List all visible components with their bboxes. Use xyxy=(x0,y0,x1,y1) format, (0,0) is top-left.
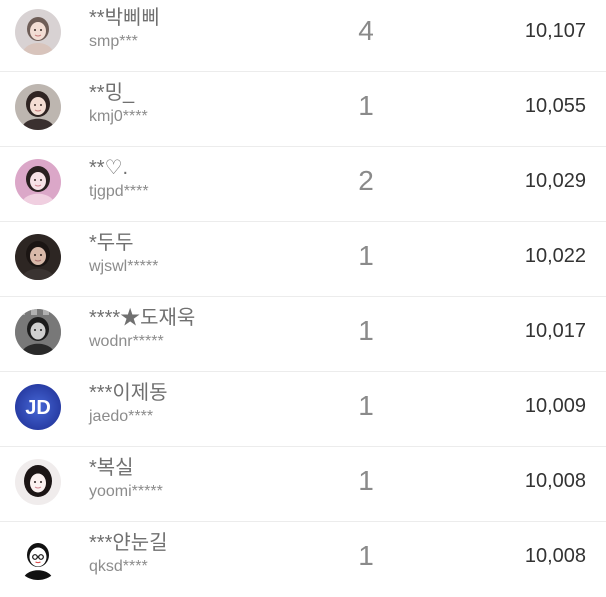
user-id: wodnr***** xyxy=(89,333,164,350)
user-id: yoomi***** xyxy=(89,483,163,500)
nickname: **♡. xyxy=(89,157,129,179)
points-value: 10,009 xyxy=(524,395,586,417)
points-value: 10,008 xyxy=(524,545,586,567)
count-value: 1 xyxy=(358,465,374,496)
count-value: 2 xyxy=(358,165,374,196)
nickname: ****★도재욱 xyxy=(89,307,196,329)
list-item[interactable]: *두두 wjswl***** 1 10,022 xyxy=(0,223,606,297)
user-id: smp*** xyxy=(89,33,138,50)
nickname: ***이제동 xyxy=(89,382,168,404)
jd-logo-icon: JD xyxy=(15,384,61,430)
nickname: *복실 xyxy=(89,457,134,479)
avatar[interactable] xyxy=(15,459,61,505)
list-item[interactable]: JD ***이제동 jaedo**** 1 10,009 xyxy=(0,373,606,447)
ranking-list: **박삐삐 smp*** 4 10,107 **밍_ kmj0**** 1 10… xyxy=(0,0,606,594)
user-id: kmj0**** xyxy=(89,108,148,125)
nickname: ***얀눈길 xyxy=(89,532,168,554)
profile-photo-icon xyxy=(15,234,61,280)
list-item[interactable]: **♡. tjgpd**** 2 10,029 xyxy=(0,148,606,222)
points-value: 10,055 xyxy=(524,95,586,117)
profile-photo-icon xyxy=(15,159,61,205)
count-value: 1 xyxy=(358,390,374,421)
nickname: **박삐삐 xyxy=(89,7,160,29)
avatar[interactable] xyxy=(15,9,61,55)
points-value: 10,107 xyxy=(524,20,586,42)
list-item[interactable]: **밍_ kmj0**** 1 10,055 xyxy=(0,73,606,147)
points-value: 10,008 xyxy=(524,470,586,492)
count-value: 1 xyxy=(358,90,374,121)
profile-photo-icon xyxy=(15,84,61,130)
nickname: *두두 xyxy=(89,232,134,254)
cartoon-boy-icon xyxy=(15,534,61,580)
list-item[interactable]: *복실 yoomi***** 1 10,008 xyxy=(0,448,606,522)
profile-photo-icon xyxy=(15,309,61,355)
points-value: 10,022 xyxy=(524,245,586,267)
list-item[interactable]: **박삐삐 smp*** 4 10,107 xyxy=(0,0,606,72)
user-id: jaedo**** xyxy=(89,408,154,425)
avatar[interactable] xyxy=(15,234,61,280)
avatar[interactable]: JD xyxy=(15,384,61,430)
avatar[interactable] xyxy=(15,309,61,355)
avatar[interactable] xyxy=(15,84,61,130)
points-value: 10,017 xyxy=(524,320,586,342)
user-id: tjgpd**** xyxy=(89,183,149,200)
list-item[interactable]: ****★도재욱 wodnr***** 1 10,017 xyxy=(0,298,606,372)
avatar[interactable] xyxy=(15,534,61,580)
count-value: 1 xyxy=(358,315,374,346)
count-value: 1 xyxy=(358,240,374,271)
points-value: 10,029 xyxy=(524,170,586,192)
avatar[interactable] xyxy=(15,159,61,205)
count-value: 4 xyxy=(358,15,374,46)
profile-photo-icon xyxy=(15,9,61,55)
profile-photo-icon xyxy=(15,459,61,505)
user-id: qksd**** xyxy=(89,558,148,575)
svg-text:JD: JD xyxy=(25,397,51,419)
user-id: wjswl***** xyxy=(89,258,159,275)
count-value: 1 xyxy=(358,540,374,571)
list-item[interactable]: ***얀눈길 qksd**** 1 10,008 xyxy=(0,523,606,597)
nickname: **밍_ xyxy=(89,82,135,104)
